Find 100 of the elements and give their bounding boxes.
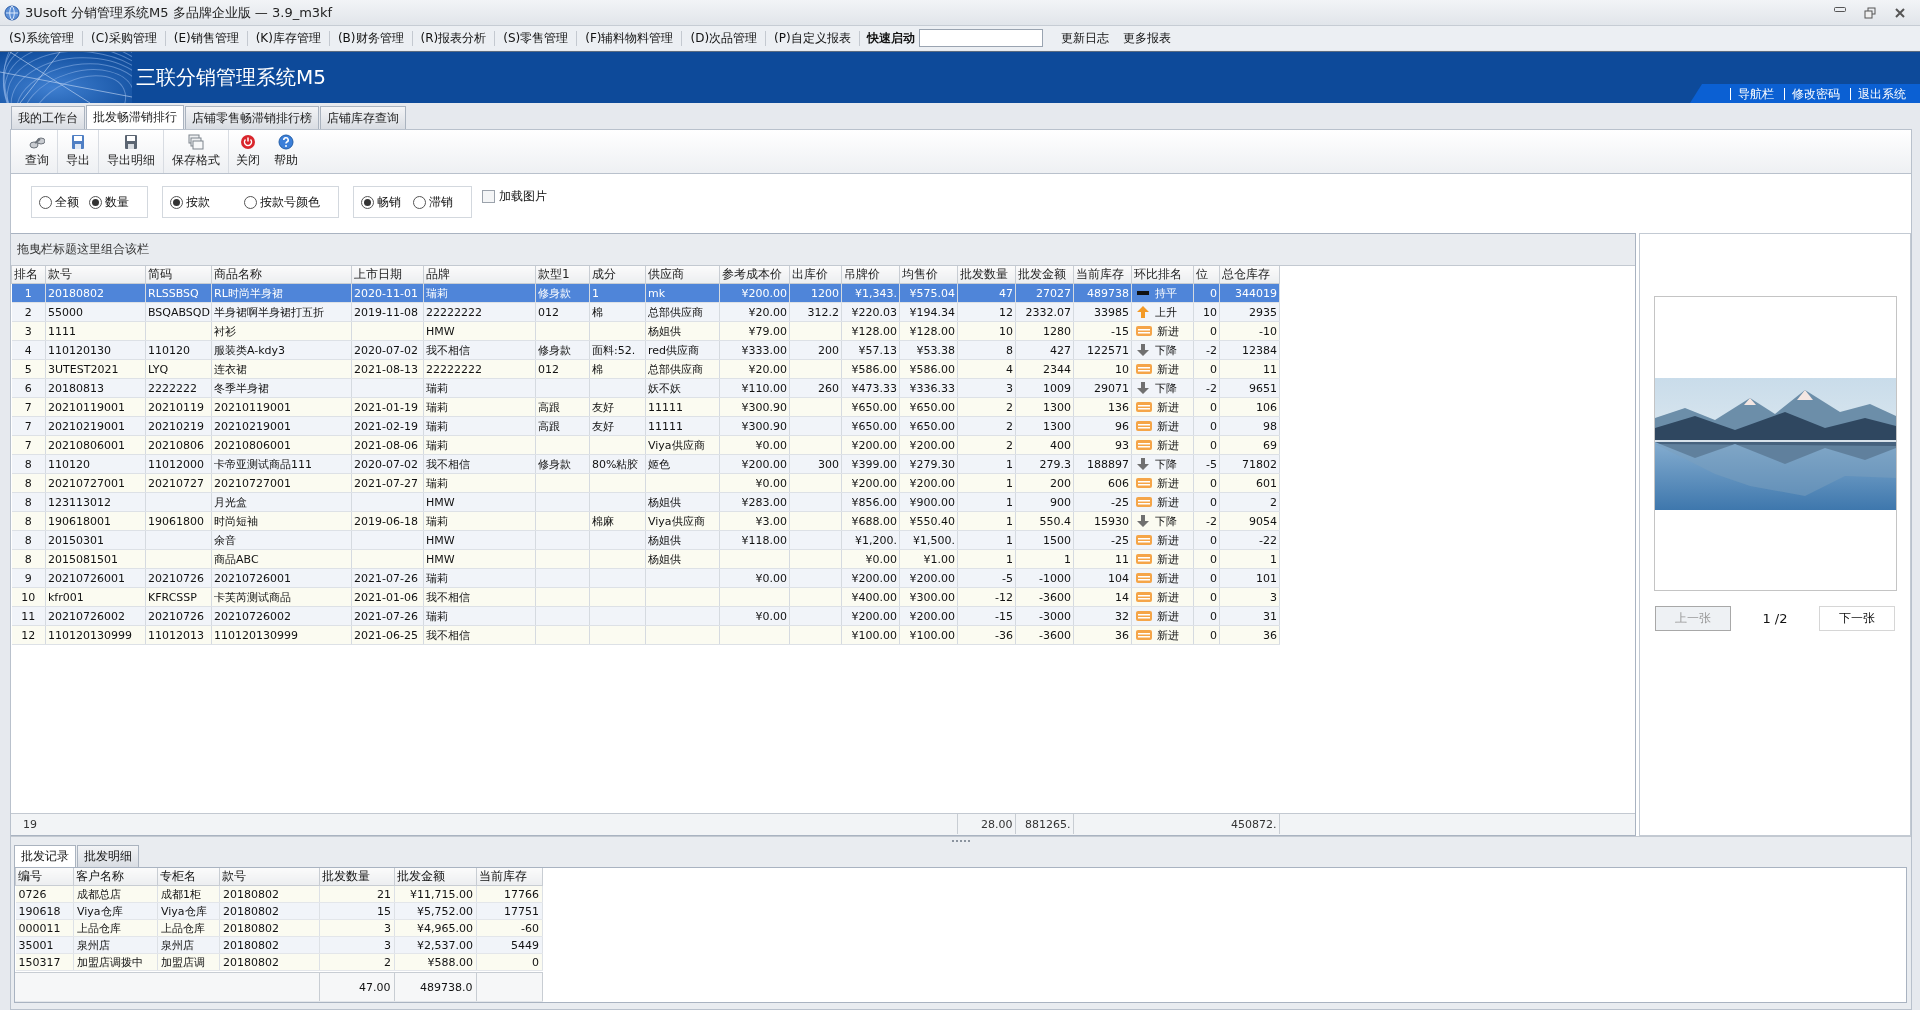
tab[interactable]: 批发记录 [14,845,76,868]
menu-item[interactable]: (R)报表分析 [415,27,492,49]
column-header[interactable]: 均售价 [899,266,958,284]
header-link[interactable]: 修改密码 [1784,87,1850,100]
tab[interactable]: 批发明细 [77,845,139,867]
tab[interactable]: 批发畅滞销排行 [86,105,184,130]
column-header[interactable]: 批发数量 [319,868,395,886]
column-header[interactable]: 参考成本价 [719,266,790,284]
table-cell: -5 [957,568,1016,588]
table-cell: 0 [476,953,543,971]
menu-item[interactable]: (E)销售管理 [168,27,244,49]
table-cell: ¥0.00 [719,435,790,455]
table-cell: 衬衫 [211,321,352,341]
table-cell: 312.2 [789,302,842,322]
table-cell: -60 [476,919,543,937]
tab[interactable]: 我的工作台 [11,106,85,129]
table-cell: ¥53.38 [899,340,958,360]
column-header[interactable]: 上市日期 [351,266,424,284]
column-header[interactable]: 环比排名 [1131,266,1194,284]
column-header[interactable]: 排名 [11,266,46,284]
column-header[interactable]: 款型1 [535,266,590,284]
table-cell: Viya供应商 [645,435,720,455]
trend-label: 新进 [1157,532,1179,548]
column-header[interactable]: 吊牌价 [841,266,900,284]
table-cell: 1 [957,473,1016,493]
column-header[interactable]: 成分 [589,266,646,284]
menu-link[interactable]: 更多报表 [1118,29,1181,47]
column-header[interactable]: 出库价 [789,266,842,284]
table-cell: 9054 [1219,511,1280,531]
column-header[interactable]: 客户名称 [73,868,158,886]
table-cell: ¥1,200. [841,530,900,550]
column-header[interactable]: 款号 [219,868,320,886]
column-header[interactable]: 位 [1193,266,1220,284]
table-cell: 瑞莉 [423,416,536,436]
column-header[interactable]: 总仓库存 [1219,266,1280,284]
next-button[interactable]: 下一张 [1819,606,1895,631]
toolbar-button[interactable]: 导出 [58,130,99,173]
tab[interactable]: 店铺库存查询 [320,106,406,129]
table-cell: ¥300.90 [719,397,790,417]
checkbox[interactable] [482,189,495,203]
toolbar-button[interactable]: 导出明细 [99,130,164,173]
header-link[interactable]: 退出系统 [1850,87,1916,100]
table-cell: ¥856.00 [841,492,900,512]
toolbar-button[interactable]: 帮助 [267,130,305,173]
radio-button[interactable] [413,195,426,209]
menu-item[interactable]: (D)次品管理 [685,27,763,49]
radio-button[interactable] [244,195,257,209]
table-cell: 3UTEST2021 [45,359,146,379]
toolbar-button[interactable]: 关闭 [229,130,267,173]
trend-label: 持平 [1155,285,1177,301]
column-header[interactable]: 款号 [45,266,146,284]
table-cell: ¥1,343. [841,283,900,303]
radio-button[interactable] [361,195,374,209]
toolbar-button[interactable]: 保存格式 [164,130,229,173]
column-header[interactable]: 批发金额 [394,868,477,886]
column-header[interactable]: 当前库存 [1073,266,1132,284]
radio-button[interactable] [170,195,183,209]
toolbar-button[interactable]: 查询 [17,130,58,173]
menu-item[interactable]: (S)系统管理 [4,27,79,49]
column-header[interactable]: 当前库存 [476,868,543,886]
column-header[interactable]: 商品名称 [211,266,352,284]
radio-button[interactable] [39,195,52,209]
menu-item[interactable]: (P)自定义报表 [769,27,856,49]
table-cell: 69 [1219,435,1280,455]
column-header[interactable]: 品牌 [423,266,536,284]
column-header[interactable]: 批发数量 [957,266,1016,284]
summary-cell: 28.00 [957,814,1016,834]
column-header[interactable]: 简码 [145,266,212,284]
menu-item[interactable]: (S)零售管理 [498,27,574,49]
menu-link[interactable]: 更新日志 [1056,29,1119,47]
header-link[interactable]: 导航栏 [1730,87,1784,100]
table-cell: 2020-07-02 [351,340,424,360]
window-title: 3Usoft 分销管理系统M5 多品牌企业版 — 3.9_m3kf [25,3,334,22]
table-cell: 瑞莉 [423,606,536,626]
trend-label: 新进 [1157,418,1179,434]
table-cell: ¥0.00 [719,473,790,493]
table-cell: -36 [957,625,1016,645]
menu-item[interactable]: (C)采购管理 [86,27,162,49]
table-cell: 20210219001 [45,416,146,436]
quick-launch-field[interactable] [918,29,1043,47]
table-cell: 15930 [1073,511,1132,531]
table-cell: 427 [1015,340,1074,360]
menu-item[interactable]: (B)财务管理 [332,27,409,49]
column-header[interactable]: 专柜名 [157,868,220,886]
table-cell: 123113012 [45,492,146,512]
column-header[interactable]: 编号 [15,868,74,886]
table-cell: 1 [1015,549,1074,569]
column-header[interactable]: 供应商 [645,266,720,284]
trend-label: 上升 [1155,304,1177,320]
table-cell: 0 [1193,568,1220,588]
table-cell: 0 [1193,625,1220,645]
column-header[interactable]: 批发金额 [1015,266,1074,284]
menu-item[interactable]: (K)库存管理 [250,27,326,49]
table-cell: 我不相信 [423,340,536,360]
menu-item[interactable]: (F)辅料物料管理 [580,27,679,49]
table-cell: 0 [1193,549,1220,569]
table-cell: 20210726 [145,606,212,626]
table-cell: 55000 [45,302,146,322]
tab[interactable]: 店铺零售畅滞销排行榜 [185,106,319,129]
radio-button[interactable] [89,195,102,209]
